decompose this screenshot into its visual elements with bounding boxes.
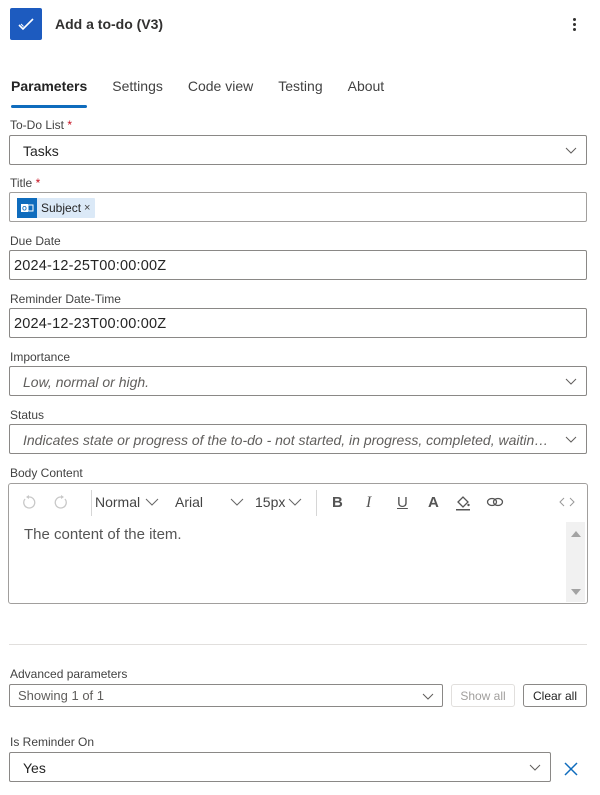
token-remove-icon[interactable]: × [84,202,90,214]
required-mark: * [35,176,41,190]
bold-icon[interactable]: B [332,494,343,511]
scroll-down-icon[interactable] [571,589,581,595]
tab-list: Parameters Settings Code view Testing Ab… [11,78,409,110]
body-content-value[interactable]: The content of the item. [24,526,182,543]
subject-token[interactable]: O Subject × [17,198,96,218]
font-value: Arial [175,494,204,510]
todo-list-label-text: To-Do List [10,118,65,132]
todo-list-dropdown[interactable]: Tasks [9,135,587,165]
chevron-down-icon [565,378,577,385]
importance-dropdown[interactable]: Low, normal or high. [9,366,587,396]
section-divider [9,644,587,645]
redo-icon[interactable] [53,494,69,510]
status-placeholder: Indicates state or progress of the to-do… [23,432,553,448]
more-vertical-icon[interactable] [566,14,582,34]
undo-icon[interactable] [21,494,37,510]
tab-code-view[interactable]: Code view [188,78,253,108]
title-label-text: Title [10,176,33,190]
todo-app-icon [10,8,42,40]
toolbar-separator [316,490,317,516]
advanced-parameters-label: Advanced parameters [10,667,128,681]
chevron-down-icon [289,498,302,506]
action-header: Add a to-do (V3) [10,8,590,40]
due-date-label: Due Date [10,234,61,248]
todo-list-value: Tasks [23,143,59,159]
due-date-input[interactable]: 2024-12-25T00:00:00Z [9,250,587,280]
chevron-down-icon [529,764,541,771]
is-reminder-on-label: Is Reminder On [10,735,95,749]
reminder-datetime-input[interactable]: 2024-12-23T00:00:00Z [9,308,587,338]
chevron-down-icon [422,693,434,700]
format-value: Normal [95,494,141,510]
reminder-datetime-label: Reminder Date-Time [10,292,121,306]
title-input[interactable]: O Subject × [9,192,587,222]
font-size-select[interactable]: 15px [255,494,302,510]
token-label: Subject [41,201,82,215]
required-mark: * [67,118,73,132]
highlight-fill-icon[interactable] [455,494,471,511]
due-date-value: 2024-12-25T00:00:00Z [14,258,167,274]
chevron-down-icon [145,498,159,506]
outlook-icon: O [17,198,37,218]
clear-all-button[interactable]: Clear all [523,684,587,707]
tab-parameters[interactable]: Parameters [11,78,88,108]
font-select[interactable]: Arial [175,494,244,510]
rich-text-editor[interactable]: Normal Arial 15px B I U A The content of… [8,483,588,604]
tab-testing[interactable]: Testing [278,78,322,108]
tab-settings[interactable]: Settings [112,78,163,108]
status-dropdown[interactable]: Indicates state or progress of the to-do… [9,424,587,454]
svg-text:O: O [22,207,27,213]
advanced-parameters-value: Showing 1 of 1 [18,688,105,703]
importance-label: Importance [10,350,71,364]
editor-toolbar: Normal Arial 15px B I U A [9,484,587,522]
status-label: Status [10,408,45,422]
font-color-icon[interactable]: A [428,494,439,511]
size-value: 15px [255,494,286,510]
checkmark-todo-icon [18,18,34,31]
is-reminder-on-dropdown[interactable]: Yes [9,752,551,782]
scroll-up-icon[interactable] [571,531,581,537]
link-icon[interactable] [486,496,504,508]
chevron-down-icon [565,147,577,154]
format-select[interactable]: Normal [95,494,159,510]
chevron-down-icon [565,436,577,443]
body-content-label: Body Content [10,466,83,480]
reminder-datetime-value: 2024-12-23T00:00:00Z [14,316,167,332]
importance-placeholder: Low, normal or high. [23,374,150,390]
is-reminder-on-value: Yes [23,760,46,776]
code-view-icon[interactable] [558,496,576,508]
underline-icon[interactable]: U [397,494,408,511]
remove-parameter-icon[interactable] [562,760,580,778]
tab-about[interactable]: About [348,78,385,108]
editor-scrollbar[interactable] [566,522,585,602]
advanced-parameters-dropdown[interactable]: Showing 1 of 1 [9,684,443,707]
action-title: Add a to-do (V3) [55,16,164,32]
toolbar-separator [91,490,92,516]
chevron-down-icon [230,498,244,506]
title-label: Title * [10,176,40,190]
todo-list-label: To-Do List * [10,118,72,132]
show-all-button[interactable]: Show all [451,684,515,707]
italic-icon[interactable]: I [366,494,371,512]
